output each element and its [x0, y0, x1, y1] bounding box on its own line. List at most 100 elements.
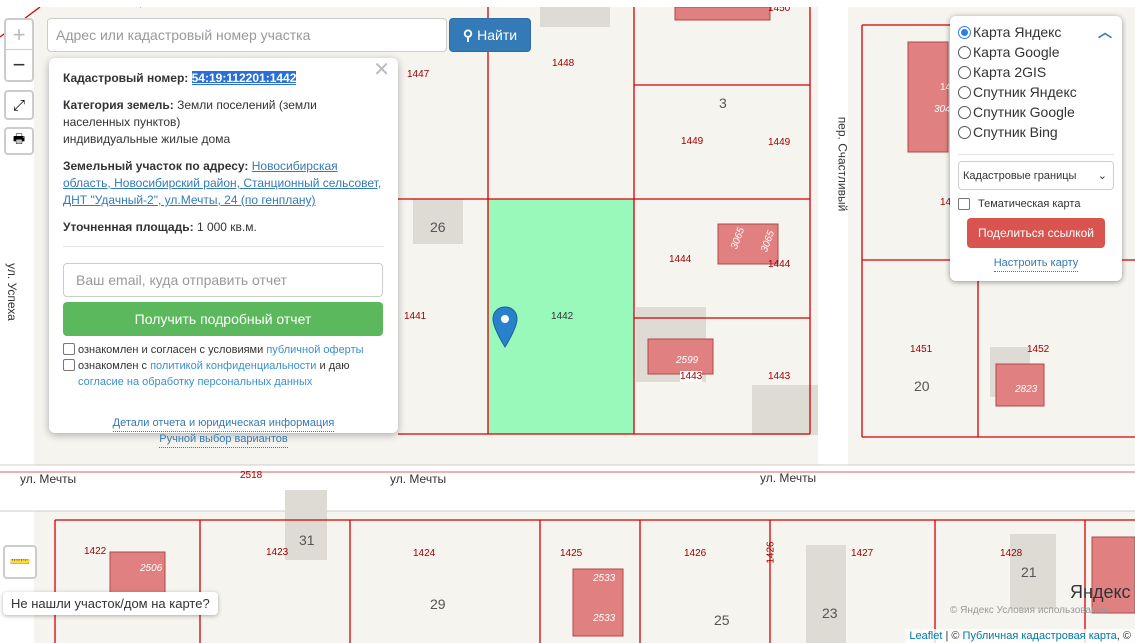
attr-sep: | © — [942, 630, 963, 642]
attribution: Leaflet | © Публичная кадастровая карта,… — [905, 629, 1135, 643]
privacy-link[interactable]: политикой конфиденциальности — [150, 360, 316, 372]
parcel-label: 1425 — [560, 548, 583, 559]
layer-label: Карта Google — [973, 44, 1060, 60]
thematic-label: Тематическая карта — [978, 198, 1081, 210]
parcel-label: 1422 — [84, 546, 107, 557]
expand-icon: ⤢ — [12, 96, 25, 114]
consent-link[interactable]: согласие на обработку персональных данны… — [78, 376, 312, 388]
layer-option[interactable]: Карта Google — [958, 42, 1114, 62]
zoom-control: + − — [4, 18, 34, 82]
layer-option[interactable]: Спутник Google — [958, 102, 1114, 122]
category-label: Категория земель: — [63, 98, 174, 112]
layer-label: Спутник Bing — [973, 124, 1058, 140]
leaflet-link[interactable]: Leaflet — [909, 630, 942, 642]
print-button[interactable]: 🖶 — [4, 127, 34, 155]
street-label: пер. Счастливый — [835, 116, 850, 212]
email-field[interactable] — [63, 263, 383, 297]
cadastral-number[interactable]: 54:19:112201:1442 — [191, 71, 297, 85]
radio[interactable] — [958, 105, 971, 119]
agree2-text: ознакомлен с — [78, 360, 148, 372]
search-input[interactable] — [47, 18, 447, 52]
zoom-in-button[interactable]: + — [6, 20, 32, 50]
parcel-label: 1447 — [407, 69, 430, 80]
building-number: 2506 — [140, 563, 163, 574]
thematic-checkbox[interactable] — [958, 198, 970, 210]
block-number: 23 — [822, 605, 838, 621]
parcel-label: 1441 — [404, 311, 427, 322]
block-number: 26 — [430, 219, 446, 235]
offer-link[interactable]: публичной оферты — [266, 344, 363, 356]
map-settings-link[interactable]: Настроить карту — [993, 256, 1079, 272]
yandex-terms: © Яндекс Условия использования — [950, 605, 1108, 616]
parcel-label: 1448 — [552, 58, 575, 69]
layer-option[interactable]: Спутник Bing — [958, 122, 1114, 142]
parcel-label: 2518 — [240, 470, 263, 481]
street-label: ул. Мечты — [20, 472, 77, 486]
layer-label: Спутник Google — [973, 104, 1075, 120]
parcel-label: 1444 — [768, 259, 791, 270]
building-number: 2599 — [676, 355, 699, 366]
block-number: 31 — [299, 532, 315, 548]
get-report-button[interactable]: Получить подробный отчет — [63, 302, 383, 336]
layer-label: Карта Яндекс — [973, 24, 1062, 40]
overlay-select[interactable]: Кадастровые границы ⌄ — [958, 161, 1114, 190]
radio[interactable] — [958, 65, 971, 79]
parcel-label: 1452 — [1027, 344, 1050, 355]
parcel-label: 1444 — [669, 254, 692, 265]
block-number: 21 — [1021, 564, 1037, 580]
print-icon: 🖶 — [12, 131, 26, 146]
overlay-value: Кадастровые границы — [963, 169, 1077, 182]
parcel-label: 1426 — [684, 548, 707, 559]
layer-option[interactable]: Карта 2GIS — [958, 62, 1114, 82]
agree1-text: ознакомлен и согласен с условиями — [78, 344, 264, 356]
not-found-button[interactable]: Не нашли участок/дом на карте? — [3, 592, 218, 615]
cadnum-label: Кадастровый номер: — [63, 71, 189, 85]
search-button[interactable]: ⚲ Найти — [449, 18, 531, 52]
measure-button[interactable]: 📏 — [3, 545, 37, 579]
parcel-label: 1427 — [851, 548, 874, 559]
radio[interactable] — [958, 125, 971, 139]
radio[interactable] — [958, 85, 971, 99]
offer-checkbox[interactable] — [63, 343, 75, 355]
details-link[interactable]: Детали отчета и юридическая информация — [112, 416, 335, 432]
street-label: ул. Мечты — [760, 471, 817, 485]
parcel-label: 1451 — [910, 344, 933, 355]
street-label: ул. Успеха — [4, 263, 19, 321]
pkk-link[interactable]: Публичная кадастровая карта — [963, 630, 1117, 642]
layer-label: Карта 2GIS — [973, 64, 1047, 80]
fullscreen-button[interactable]: ⤢ — [4, 90, 34, 120]
parcel-label: 1443 — [680, 371, 703, 382]
privacy-checkbox[interactable] — [63, 359, 75, 371]
parcel-label: 1450 — [768, 7, 791, 14]
radio[interactable] — [958, 25, 971, 39]
address-label: Земельный участок по адресу: — [63, 159, 249, 173]
search-button-label: Найти — [477, 27, 518, 43]
manual-select-link[interactable]: Ручной выбор вариантов — [159, 432, 288, 448]
building-number: 2823 — [1015, 384, 1038, 395]
block-number: 25 — [714, 612, 730, 628]
layer-label: Спутник Яндекс — [973, 84, 1077, 100]
block-number: 3 — [719, 95, 727, 111]
zoom-out-button[interactable]: − — [6, 50, 32, 80]
layers-panel: ︿ Карта Яндекс Карта Google Карта 2GIS С… — [950, 16, 1122, 281]
chevron-up-icon[interactable]: ︿ — [1098, 22, 1112, 42]
agree2-mid: и даю — [319, 360, 350, 372]
parcel-label: 1449 — [681, 136, 704, 147]
permitted-use: индивидуальные жилые дома — [63, 132, 231, 146]
attr-tail: , © — [1116, 630, 1131, 642]
ruler-icon: 📏 — [7, 549, 33, 575]
parcel-label: 1423 — [266, 547, 289, 558]
parcel-label: 1426 — [765, 541, 777, 564]
parcel-label: 1442 — [551, 311, 574, 322]
close-icon[interactable]: ✕ — [373, 60, 390, 80]
layer-option[interactable]: Карта Яндекс — [958, 22, 1114, 42]
parcel-label: 1424 — [413, 548, 436, 559]
street-label: ул. Мечты — [390, 472, 447, 486]
radio[interactable] — [958, 45, 971, 59]
share-link-button[interactable]: Поделиться ссылкой — [967, 218, 1105, 248]
yandex-logo: Яндекс — [1070, 582, 1131, 602]
parcel-popup: ✕ Кадастровый номер: 54:19:112201:1442 К… — [49, 58, 398, 448]
layer-option[interactable]: Спутник Яндекс — [958, 82, 1114, 102]
area-label: Уточненная площадь: — [63, 220, 194, 234]
parcel-label: 1428 — [1000, 548, 1023, 559]
